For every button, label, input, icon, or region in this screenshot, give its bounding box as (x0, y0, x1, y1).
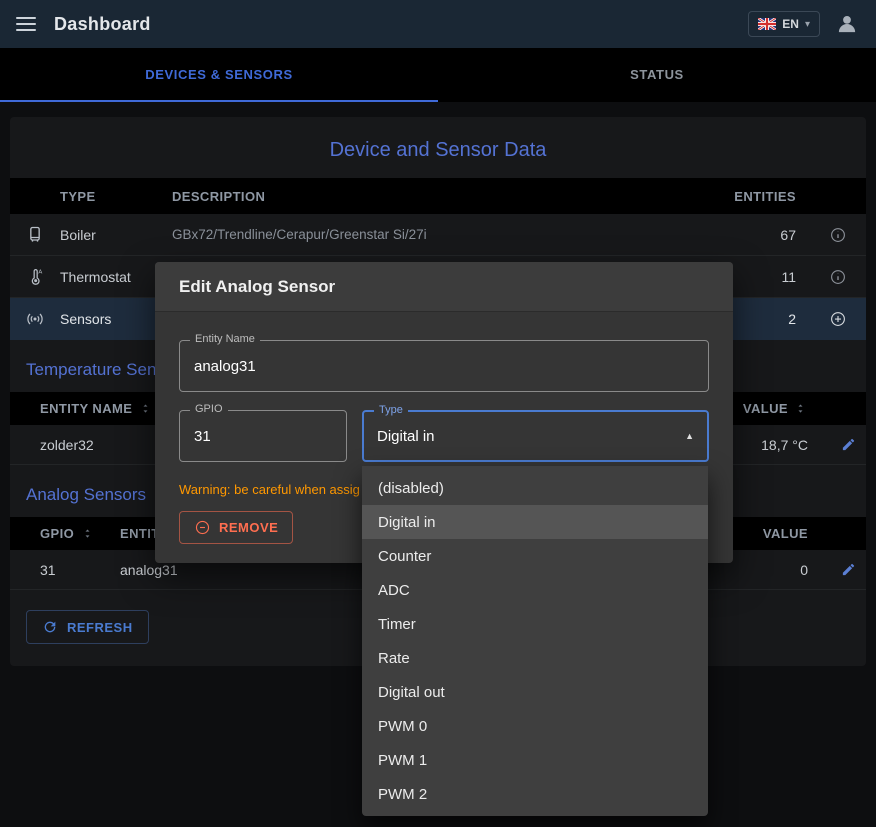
entity-name-input[interactable] (194, 358, 694, 375)
dropdown-option-pwm1[interactable]: PWM 1 (362, 743, 708, 777)
remove-button[interactable]: REMOVE (179, 511, 293, 544)
boiler-icon (10, 225, 60, 245)
tab-devices-sensors[interactable]: DEVICES & SENSORS (0, 48, 438, 102)
tab-bar: DEVICES & SENSORS STATUS (0, 48, 876, 102)
type-label: Type (374, 404, 408, 416)
refresh-icon (42, 619, 58, 635)
device-description: GBx72/Trendline/Cerapur/Greenstar Si/27i (172, 227, 710, 242)
dropdown-option-digital-out[interactable]: Digital out (362, 675, 708, 709)
language-selector[interactable]: EN ▾ (748, 11, 820, 37)
gpio-field[interactable]: GPIO (179, 410, 347, 462)
add-entity-icon[interactable] (810, 310, 866, 328)
page-title: Device and Sensor Data (10, 117, 866, 178)
svg-text:A: A (38, 269, 42, 275)
dropdown-option-digital-in[interactable]: Digital in (362, 505, 708, 539)
app-bar: Dashboard EN ▾ (0, 0, 876, 48)
dropdown-option-rate[interactable]: Rate (362, 641, 708, 675)
dialog-title: Edit Analog Sensor (155, 262, 733, 312)
menu-icon[interactable] (16, 17, 36, 31)
table-row-boiler[interactable]: Boiler GBx72/Trendline/Cerapur/Greenstar… (10, 214, 866, 256)
account-icon[interactable] (834, 11, 860, 37)
col-entities: ENTITIES (710, 189, 810, 204)
thermostat-icon: A (10, 267, 60, 287)
edit-icon[interactable] (818, 562, 866, 577)
sensor-gpio: 31 (10, 562, 120, 578)
dropdown-option-adc[interactable]: ADC (362, 573, 708, 607)
remove-icon (194, 519, 211, 536)
refresh-button[interactable]: REFRESH (26, 610, 149, 644)
tab-status[interactable]: STATUS (438, 48, 876, 102)
info-icon[interactable] (810, 268, 866, 286)
sort-icon[interactable] (80, 526, 95, 541)
col-type: TYPE (60, 189, 172, 204)
device-entities: 67 (710, 227, 810, 243)
type-select[interactable]: Type Digital in ▲ (362, 410, 709, 462)
gpio-input[interactable] (194, 428, 332, 445)
type-value: Digital in (377, 428, 435, 445)
app-bar-right: EN ▾ (748, 11, 860, 37)
dropdown-option-disabled[interactable]: (disabled) (362, 471, 708, 505)
dropdown-option-timer[interactable]: Timer (362, 607, 708, 641)
col-gpio[interactable]: GPIO (10, 526, 120, 541)
language-label: EN (782, 17, 799, 31)
col-description: DESCRIPTION (172, 189, 710, 204)
sensors-icon (10, 309, 60, 329)
dropdown-option-pwm0[interactable]: PWM 0 (362, 709, 708, 743)
sort-icon[interactable] (793, 401, 808, 416)
info-icon[interactable] (810, 226, 866, 244)
sort-icon[interactable] (138, 401, 153, 416)
dropdown-arrow-icon: ▲ (685, 431, 694, 441)
device-type: Boiler (60, 227, 172, 243)
type-dropdown-menu: (disabled) Digital in Counter ADC Timer … (362, 466, 708, 816)
app-title: Dashboard (54, 14, 151, 35)
gpio-label: GPIO (190, 403, 228, 415)
edit-icon[interactable] (818, 437, 866, 452)
dropdown-option-pwm2[interactable]: PWM 2 (362, 777, 708, 811)
chevron-down-icon: ▾ (805, 19, 810, 30)
entity-name-field[interactable]: Entity Name (179, 340, 709, 392)
dropdown-option-counter[interactable]: Counter (362, 539, 708, 573)
uk-flag-icon (758, 18, 776, 30)
entity-name-label: Entity Name (190, 333, 260, 345)
devices-table-header: TYPE DESCRIPTION ENTITIES (10, 178, 866, 214)
